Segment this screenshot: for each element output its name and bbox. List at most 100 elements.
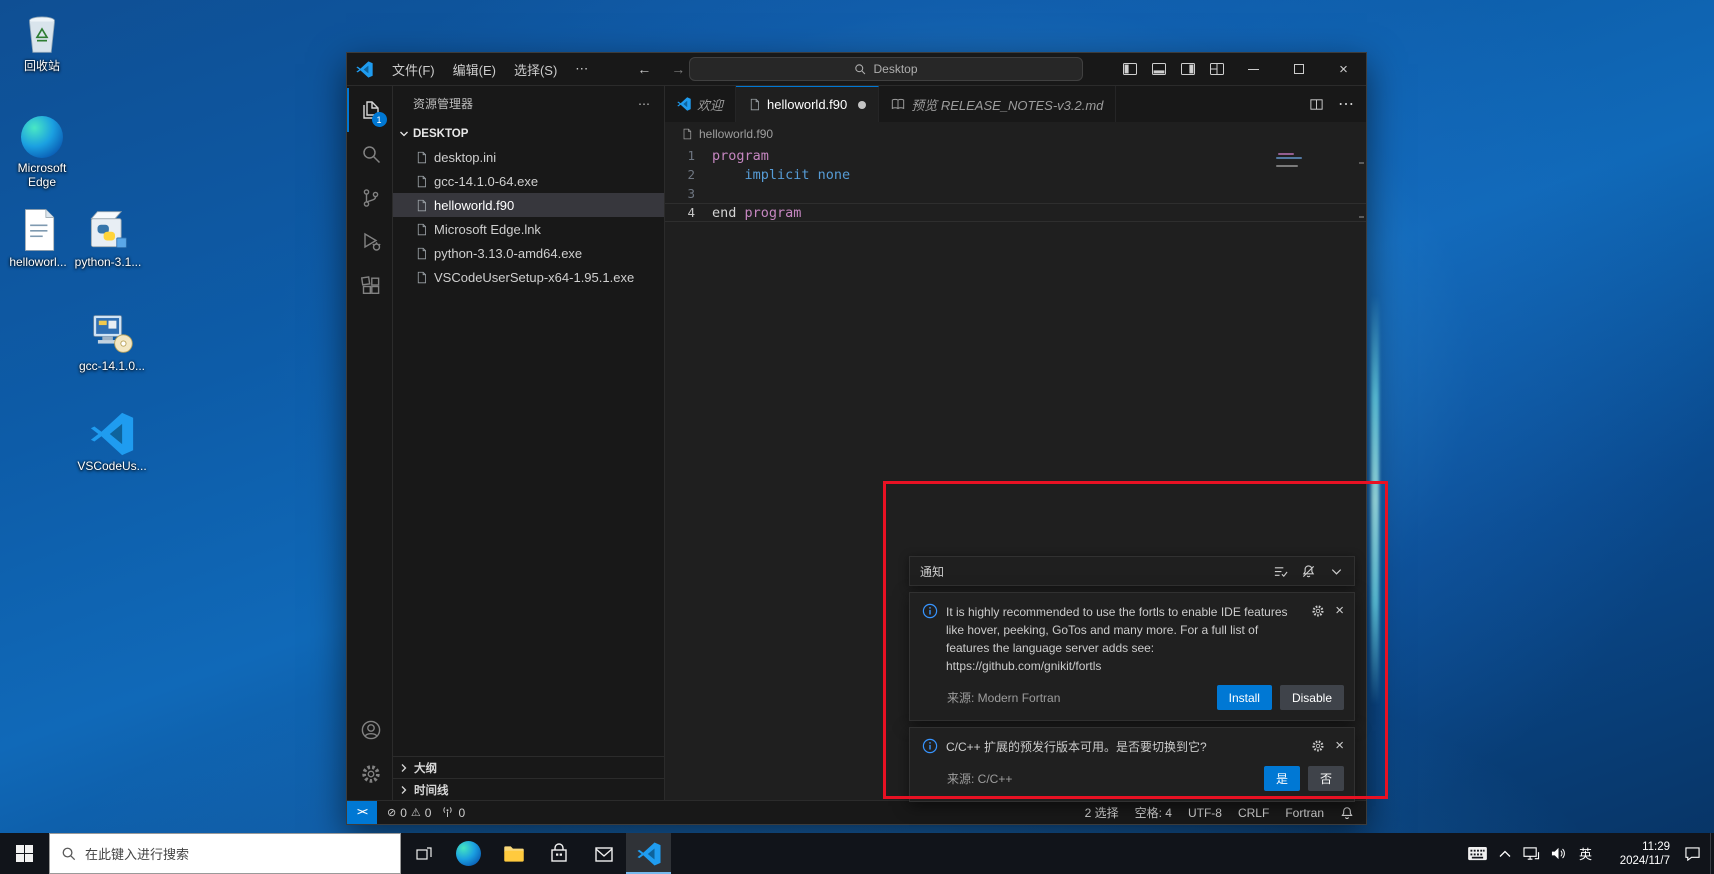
- notification-settings-gear-icon[interactable]: [1311, 739, 1325, 753]
- toggle-secondary-sidebar-icon[interactable]: [1175, 53, 1200, 85]
- tab-helloworld-f90[interactable]: helloworld.f90: [736, 86, 879, 122]
- yes-button[interactable]: 是: [1264, 766, 1300, 791]
- taskbar-file-explorer-button[interactable]: [491, 833, 536, 874]
- notification-message: C/C++ 扩展的预发行版本可用。是否要切换到它?: [946, 738, 1303, 756]
- maximize-button[interactable]: [1276, 53, 1321, 85]
- start-button[interactable]: [0, 833, 49, 874]
- disable-button[interactable]: Disable: [1280, 685, 1344, 710]
- language-mode-status[interactable]: Fortran: [1285, 806, 1324, 820]
- menu-more-icon[interactable]: ⋯: [566, 53, 597, 85]
- run-debug-icon[interactable]: [347, 220, 393, 264]
- tab-welcome[interactable]: 欢迎: [665, 86, 736, 122]
- clear-all-notifications-icon[interactable]: [1273, 564, 1288, 579]
- extensions-icon[interactable]: [347, 264, 393, 308]
- desktop-icon-edge[interactable]: Microsoft Edge: [6, 112, 78, 189]
- touch-keyboard-icon[interactable]: [1464, 833, 1491, 874]
- file-item-label: python-3.13.0-amd64.exe: [434, 246, 582, 261]
- desktop-icon-vscode-installer[interactable]: VSCodeUs...: [76, 410, 148, 473]
- install-button[interactable]: Install: [1217, 685, 1272, 710]
- forward-icon[interactable]: →: [671, 61, 685, 77]
- code-line: 3: [665, 184, 1366, 203]
- customize-layout-icon[interactable]: [1204, 53, 1229, 85]
- show-hidden-icons-chevron[interactable]: [1491, 833, 1518, 874]
- indentation-status[interactable]: 空格: 4: [1135, 804, 1172, 821]
- fortran-file-icon: [748, 98, 761, 111]
- desktop-icon-recycle-bin[interactable]: 回收站: [6, 10, 78, 73]
- close-button[interactable]: ×: [1321, 53, 1366, 85]
- desktop: 回收站 Microsoft Edge helloworl... python-3…: [0, 0, 1714, 874]
- folder-section-desktop[interactable]: DESKTOP: [393, 123, 664, 145]
- sidebar-more-icon[interactable]: ⋯: [638, 97, 650, 111]
- ime-indicator[interactable]: 英: [1572, 833, 1599, 874]
- selection-status[interactable]: 2 选择: [1085, 804, 1119, 821]
- breadcrumb-item: helloworld.f90: [699, 127, 773, 141]
- outline-section[interactable]: 大纲: [393, 756, 664, 778]
- do-not-disturb-icon[interactable]: [1301, 564, 1316, 579]
- ports-status[interactable]: 0: [441, 806, 465, 820]
- show-desktop-button[interactable]: [1710, 833, 1714, 874]
- warning-count: 0: [425, 806, 432, 820]
- eol-status[interactable]: CRLF: [1238, 806, 1269, 820]
- no-button[interactable]: 否: [1308, 766, 1344, 791]
- menu-file[interactable]: 文件(F): [383, 53, 444, 85]
- file-item[interactable]: gcc-14.1.0-64.exe: [393, 169, 664, 193]
- ime-label: 英: [1579, 844, 1592, 863]
- breadcrumb[interactable]: helloworld.f90: [665, 122, 1366, 146]
- split-editor-icon[interactable]: [1309, 97, 1324, 112]
- close-notification-icon[interactable]: ×: [1335, 739, 1344, 753]
- menu-edit[interactable]: 编辑(E): [444, 53, 505, 85]
- taskbar-clock[interactable]: 11:29 2024/11/7: [1608, 840, 1670, 868]
- minimap[interactable]: [1276, 157, 1302, 159]
- volume-icon[interactable]: [1545, 833, 1572, 874]
- encoding-status[interactable]: UTF-8: [1188, 806, 1222, 820]
- menu-select[interactable]: 选择(S): [505, 53, 566, 85]
- file-item[interactable]: VSCodeUserSetup-x64-1.95.1.exe: [393, 265, 664, 289]
- notifications-bell-icon[interactable]: [1340, 806, 1354, 820]
- minimize-button[interactable]: [1231, 53, 1276, 85]
- toggle-sidebar-icon[interactable]: [1117, 53, 1142, 85]
- notification-settings-gear-icon[interactable]: [1311, 604, 1325, 618]
- source-control-icon[interactable]: [347, 176, 393, 220]
- explorer-icon[interactable]: 1: [347, 88, 393, 132]
- settings-gear-icon[interactable]: [347, 752, 393, 796]
- desktop-icon-label: 回收站: [24, 59, 60, 73]
- problems-status[interactable]: ⊘ 0 ⚠ 0: [387, 806, 431, 820]
- taskbar-edge-button[interactable]: [446, 833, 491, 874]
- taskbar-mail-button[interactable]: [581, 833, 626, 874]
- toggle-panel-icon[interactable]: [1146, 53, 1171, 85]
- collapse-notifications-icon[interactable]: [1329, 564, 1344, 579]
- file-item[interactable]: Microsoft Edge.lnk: [393, 217, 664, 241]
- editor-more-actions-icon[interactable]: ⋯: [1338, 94, 1354, 114]
- remote-indicator[interactable]: ><: [347, 801, 377, 824]
- file-icon: [415, 247, 428, 260]
- vscode-logo-icon: [677, 97, 691, 111]
- tab-markdown-preview[interactable]: 预览 RELEASE_NOTES-v3.2.md: [879, 86, 1116, 122]
- taskbar-store-button[interactable]: [536, 833, 581, 874]
- taskbar-search-box[interactable]: 在此键入进行搜索: [49, 833, 401, 874]
- desktop-icon-label: gcc-14.1.0...: [79, 359, 145, 373]
- explorer-badge: 1: [372, 112, 387, 127]
- command-center[interactable]: Desktop: [689, 57, 1083, 81]
- desktop-icon-gcc-installer[interactable]: gcc-14.1.0...: [76, 310, 148, 373]
- minimap[interactable]: [1278, 153, 1294, 155]
- taskbar-vscode-button[interactable]: [626, 833, 671, 874]
- search-icon[interactable]: [347, 132, 393, 176]
- network-icon[interactable]: [1518, 833, 1545, 874]
- file-item[interactable]: python-3.13.0-amd64.exe: [393, 241, 664, 265]
- desktop-icon-helloworld[interactable]: helloworl...: [2, 206, 74, 269]
- file-item-selected[interactable]: helloworld.f90: [393, 193, 664, 217]
- tab-label: 欢迎: [697, 95, 723, 114]
- close-notification-icon[interactable]: ×: [1335, 604, 1344, 618]
- modified-dot-icon[interactable]: [858, 101, 866, 109]
- timeline-section[interactable]: 时间线: [393, 778, 664, 800]
- back-icon[interactable]: ←: [637, 61, 651, 77]
- vscode-window: 文件(F) 编辑(E) 选择(S) ⋯ ← → Desktop ×: [346, 52, 1367, 825]
- sidebar-header: 资源管理器 ⋯: [393, 86, 664, 121]
- minimap[interactable]: [1276, 165, 1298, 167]
- tab-label: 预览 RELEASE_NOTES-v3.2.md: [911, 95, 1103, 114]
- action-center-icon[interactable]: [1679, 833, 1706, 874]
- file-item[interactable]: desktop.ini: [393, 145, 664, 169]
- account-icon[interactable]: [347, 708, 393, 752]
- desktop-icon-python-installer[interactable]: python-3.1...: [72, 206, 144, 269]
- task-view-button[interactable]: [401, 833, 446, 874]
